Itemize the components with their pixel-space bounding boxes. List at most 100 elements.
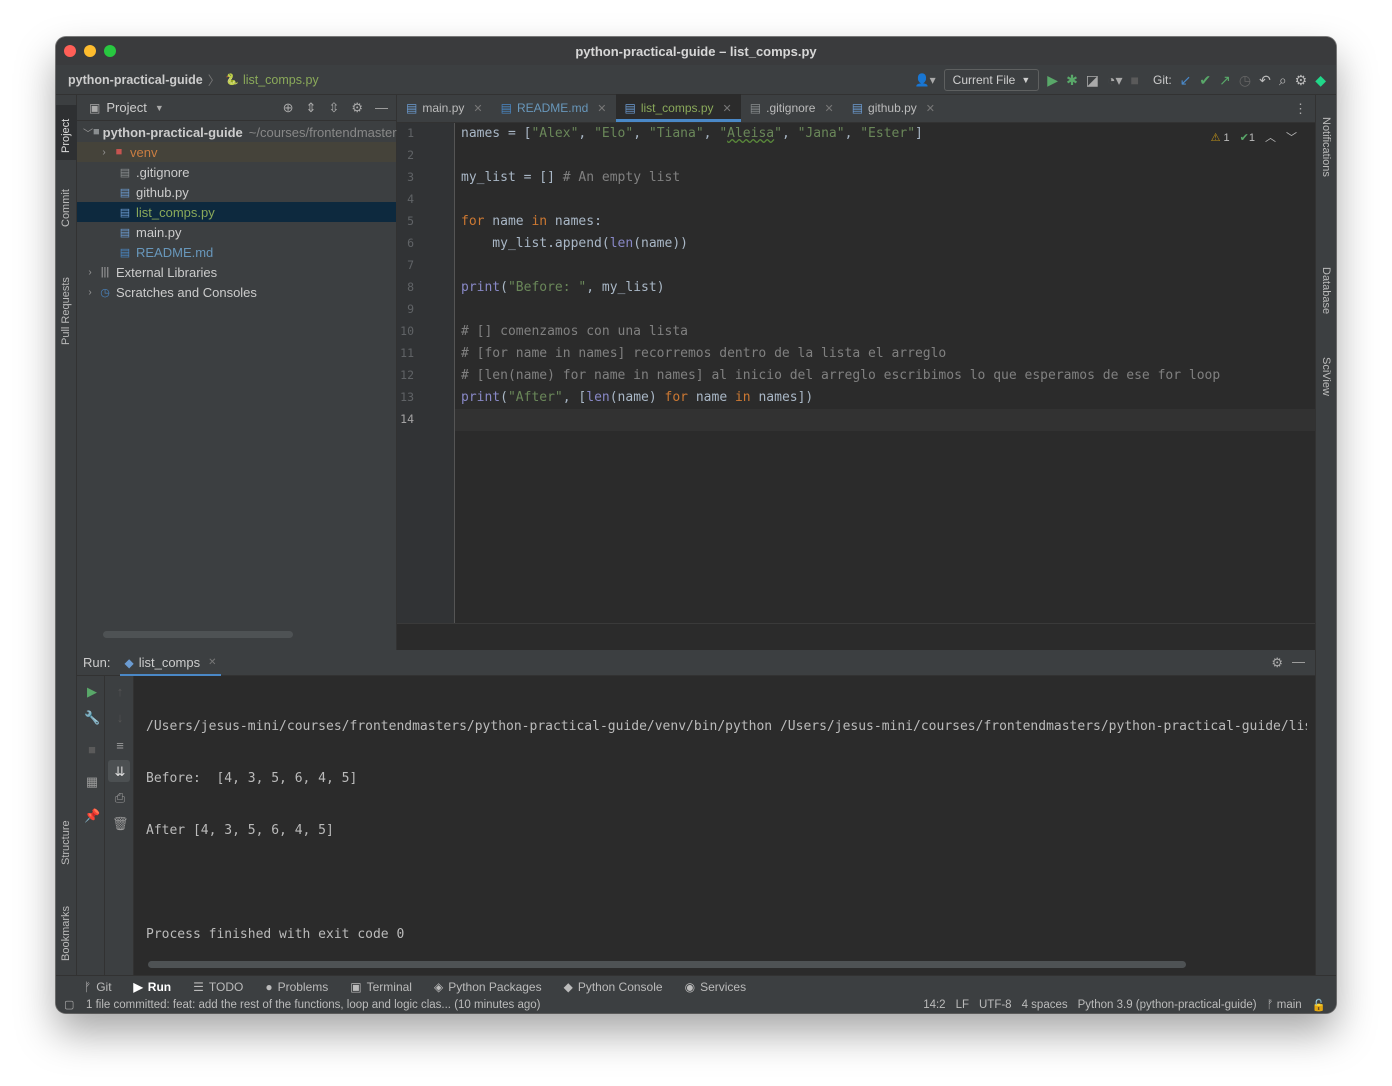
tree-item-gitignore[interactable]: ▤ .gitignore	[77, 162, 396, 182]
user-icon[interactable]: 👤▾	[915, 73, 936, 87]
tree-item-github-py[interactable]: ▤ github.py	[77, 182, 396, 202]
expand-all-icon[interactable]: ⇕	[306, 100, 317, 116]
collapse-all-icon[interactable]: ⇳	[328, 100, 339, 116]
zoom-window-button[interactable]	[104, 45, 116, 57]
close-icon[interactable]: ✕	[723, 102, 732, 115]
close-icon[interactable]: ✕	[824, 102, 833, 115]
bottom-tab-git[interactable]: ᚠ Git	[84, 980, 112, 994]
gear-icon[interactable]: ⚙	[351, 100, 363, 116]
hide-icon[interactable]: —	[1292, 654, 1305, 669]
run-configuration-select[interactable]: Current File ▼	[943, 69, 1040, 91]
gear-icon[interactable]: ⚙	[1271, 655, 1283, 671]
horizontal-scrollbar[interactable]	[103, 631, 293, 638]
git-commit-icon[interactable]: ✔	[1199, 73, 1211, 87]
more-tabs-icon[interactable]: ⋮	[1294, 101, 1307, 117]
stop-icon[interactable]: ■	[84, 742, 100, 757]
git-push-icon[interactable]: ↗	[1219, 73, 1231, 87]
toolbar-actions: 👤▾ Current File ▼ ▶ ✱ ◪ ◔▾ ■ Git: ↙ ✔ ↗ ◷…	[915, 65, 1326, 95]
status-message[interactable]: 1 file committed: feat: add the rest of …	[86, 999, 541, 1011]
bottom-tab-terminal[interactable]: ▣ Terminal	[350, 980, 412, 994]
git-branch[interactable]: ᚠ main	[1267, 999, 1302, 1011]
jetbrains-logo-icon[interactable]: ◆	[1315, 73, 1326, 87]
stop-icon[interactable]: ■	[1131, 73, 1139, 87]
up-arrow-icon[interactable]: ↑	[112, 684, 128, 699]
tree-item-list-comps-py[interactable]: ▤ list_comps.py	[77, 202, 396, 222]
breadcrumb-file[interactable]: list_comps.py	[243, 73, 319, 87]
minimize-window-button[interactable]	[84, 45, 96, 57]
wrench-icon[interactable]: 🔧	[84, 710, 100, 726]
hide-icon[interactable]: —	[375, 100, 388, 116]
commit-tool-tab[interactable]: Commit	[60, 189, 72, 227]
interpreter[interactable]: Python 3.9 (python-practical-guide)	[1078, 999, 1257, 1011]
trash-icon[interactable]: 🗑	[112, 816, 129, 832]
search-icon[interactable]: ⌕	[1279, 73, 1287, 87]
tab-readme-md[interactable]: ▤ README.md ✕	[492, 94, 616, 122]
layout-icon[interactable]: ▦	[84, 774, 100, 790]
tab-gitignore[interactable]: ▤ .gitignore ✕	[741, 94, 843, 122]
settings-icon[interactable]: ⚙	[1295, 73, 1308, 87]
run-icon[interactable]: ▶	[1047, 73, 1058, 87]
bottom-tab-run[interactable]: ▶ Run	[134, 980, 172, 994]
breadcrumb-project[interactable]: python-practical-guide	[68, 73, 203, 87]
bottom-tab-todo[interactable]: ☰ TODO	[193, 980, 243, 994]
previous-highlight-icon[interactable]: ︿	[1265, 129, 1276, 145]
bottom-tab-python-packages[interactable]: ◈ Python Packages	[434, 980, 542, 994]
warning-count[interactable]: ⚠ 1	[1211, 131, 1230, 144]
close-icon[interactable]: ✕	[473, 102, 482, 115]
git-update-icon[interactable]: ↙	[1180, 73, 1192, 87]
bottom-tab-services[interactable]: ◉ Services	[685, 980, 747, 994]
expanded-arrow-icon[interactable]: ﹀	[83, 125, 93, 140]
run-tab-list-comps[interactable]: ◆ list_comps ✕	[120, 650, 221, 676]
structure-tool-tab[interactable]: Structure	[60, 820, 72, 865]
project-panel-title[interactable]: Project	[106, 100, 146, 115]
project-tool-tab[interactable]: Project	[60, 119, 72, 153]
close-icon[interactable]: ✕	[926, 102, 935, 115]
rerun-icon[interactable]: ▶	[84, 684, 100, 700]
bottom-tab-problems[interactable]: ● Problems	[265, 980, 328, 994]
close-icon[interactable]: ✕	[597, 102, 606, 115]
tree-item-readme-md[interactable]: ▤ README.md	[77, 242, 396, 262]
console-horizontal-scrollbar[interactable]	[148, 961, 1186, 968]
collapsed-arrow-icon[interactable]: ›	[83, 287, 97, 298]
bottom-tab-python-console[interactable]: ◆ Python Console	[564, 980, 663, 994]
notifications-tool-tab[interactable]: Notifications	[1320, 117, 1332, 177]
tree-item-scratches[interactable]: › ◷ Scratches and Consoles	[77, 282, 396, 302]
close-window-button[interactable]	[64, 45, 76, 57]
chevron-down-icon[interactable]: ▼	[155, 103, 164, 113]
bookmarks-tool-tab[interactable]: Bookmarks	[60, 906, 72, 961]
tree-item-main-py[interactable]: ▤ main.py	[77, 222, 396, 242]
locate-icon[interactable]: ⊕	[283, 100, 294, 116]
pull-requests-tool-tab[interactable]: Pull Requests	[60, 277, 72, 345]
toggle-tool-windows-icon[interactable]: ▢	[64, 998, 74, 1011]
coverage-icon[interactable]: ◪	[1086, 73, 1099, 87]
history-icon[interactable]: ◷	[1239, 73, 1251, 87]
print-icon[interactable]: ⎙	[112, 790, 128, 806]
close-icon[interactable]: ✕	[208, 657, 216, 668]
next-highlight-icon[interactable]: ﹀	[1286, 129, 1297, 145]
file-encoding[interactable]: UTF-8	[979, 999, 1012, 1011]
indent-setting[interactable]: 4 spaces	[1022, 999, 1068, 1011]
ok-count[interactable]: ✔1	[1240, 131, 1255, 144]
run-console-output[interactable]: /Users/jesus-mini/courses/frontendmaster…	[146, 686, 1307, 976]
profile-icon[interactable]: ◔▾	[1107, 73, 1122, 87]
collapsed-arrow-icon[interactable]: ›	[83, 267, 97, 278]
soft-wrap-icon[interactable]: ≡	[112, 738, 128, 753]
sciview-tool-tab[interactable]: SciView	[1320, 357, 1332, 396]
debug-icon[interactable]: ✱	[1066, 73, 1078, 87]
collapsed-arrow-icon[interactable]: ›	[97, 147, 111, 158]
tree-item-venv[interactable]: › ■ venv	[77, 142, 396, 162]
inspection-widget[interactable]: ⚠ 1 ✔1 ︿ ﹀	[1211, 129, 1297, 145]
pin-icon[interactable]: 📌	[84, 808, 100, 824]
tree-root[interactable]: ﹀ ■ python-practical-guide ~/courses/fro…	[77, 122, 535, 142]
tab-list-comps-py[interactable]: ▤ list_comps.py ✕	[615, 94, 742, 122]
lock-icon[interactable]: 🔓	[1312, 998, 1326, 1012]
tab-main-py[interactable]: ▤ main.py ✕	[397, 94, 492, 122]
caret-position[interactable]: 14:2	[923, 999, 945, 1011]
down-arrow-icon[interactable]: ↓	[112, 710, 128, 725]
tab-github-py[interactable]: ▤ github.py ✕	[843, 94, 944, 122]
database-tool-tab[interactable]: Database	[1320, 267, 1332, 314]
line-separator[interactable]: LF	[956, 999, 969, 1011]
rollback-icon[interactable]: ↶	[1259, 73, 1271, 87]
scroll-to-end-icon[interactable]: ⇊	[112, 764, 128, 780]
tree-item-external-libraries[interactable]: › ||| External Libraries	[77, 262, 396, 282]
